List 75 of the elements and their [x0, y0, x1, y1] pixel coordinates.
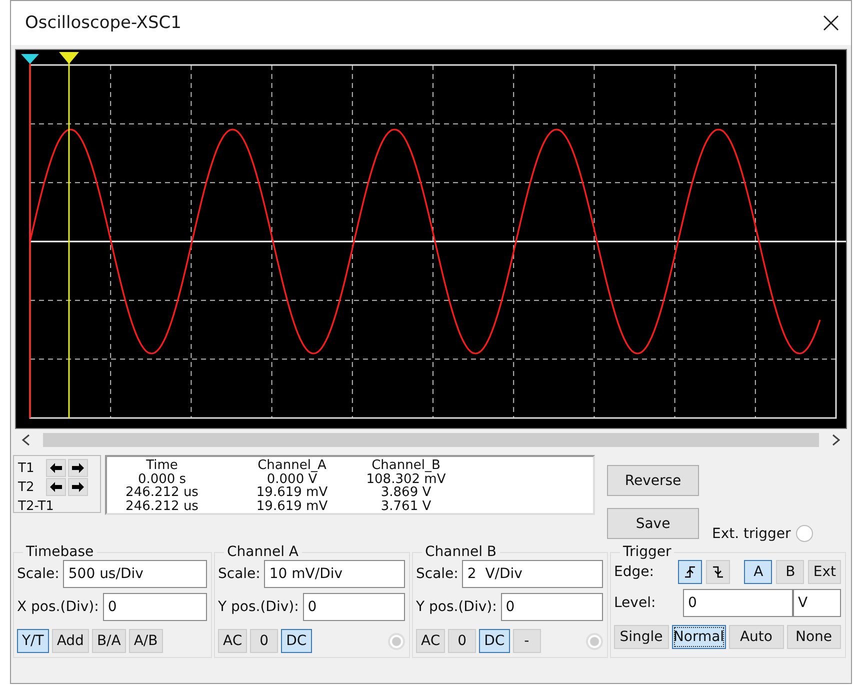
mode-button[interactable]: B/A — [92, 629, 126, 653]
source-button[interactable]: B — [776, 560, 804, 584]
mode-button[interactable]: Add — [52, 629, 89, 653]
field-label: Scale: — [17, 566, 60, 582]
falling-edge-button[interactable] — [706, 560, 730, 584]
trigger-mode-button[interactable]: Normal — [672, 625, 726, 649]
move-right-button[interactable] — [68, 459, 88, 477]
group-title: Channel A — [226, 544, 300, 560]
trigger-mode-button[interactable]: Auto — [729, 625, 784, 649]
move-right-button[interactable] — [68, 478, 88, 496]
table-cell-text: 19.619 mV — [255, 486, 329, 500]
trigger-mode-button[interactable]: None — [786, 625, 841, 649]
input-field[interactable]: 0 — [302, 593, 405, 621]
input-field[interactable]: 0 — [500, 593, 603, 621]
rising-edge-icon — [684, 566, 696, 578]
input-field[interactable]: 0 — [683, 589, 793, 617]
cursor-label: T2 — [18, 480, 36, 494]
field-label: Y pos.(Div): — [416, 599, 497, 615]
table-cell-text: 246.212 us — [124, 486, 200, 500]
coupling-button[interactable]: DC — [479, 629, 510, 653]
table-cell-text: 3.761 V — [380, 500, 432, 513]
mode-button[interactable]: A/B — [128, 629, 163, 653]
ext-trigger-label: Ext. trigger — [712, 526, 791, 542]
coupling-button[interactable]: 0 — [250, 629, 278, 653]
field-label: Level: — [614, 595, 656, 611]
cursor-label: T1 — [18, 460, 36, 476]
input-field[interactable]: 2 V/Div — [462, 560, 603, 588]
coupling-button[interactable]: - — [512, 629, 541, 653]
table-cell-text: 0.000 V — [266, 472, 318, 486]
save-button[interactable]: Save — [607, 508, 699, 539]
falling-edge-icon — [712, 566, 724, 578]
cursor-1-drawing[interactable] — [21, 54, 39, 418]
right-arrow-icon — [72, 463, 84, 473]
field-label: Scale: — [218, 566, 260, 582]
close-icon[interactable] — [823, 15, 839, 31]
cursor-2-drawing[interactable] — [59, 52, 79, 418]
move-left-button[interactable] — [46, 459, 66, 477]
input-field[interactable]: 500 us/Div — [63, 560, 207, 588]
radio-button[interactable] — [796, 525, 813, 542]
table-cell-text: 3.869 V — [380, 486, 432, 500]
coupling-button[interactable]: AC — [218, 629, 248, 653]
unit-field[interactable]: V — [793, 589, 841, 617]
left-arrow-icon — [50, 482, 62, 492]
left-arrow-icon — [50, 463, 62, 473]
right-arrow-icon — [72, 482, 84, 492]
group-title: Timebase — [25, 544, 95, 560]
move-left-button[interactable] — [46, 478, 66, 496]
table-cell-text: 19.619 mV — [255, 500, 329, 513]
cursor-label: T2-T1 — [18, 499, 55, 514]
input-field[interactable]: 10 mV/Div — [264, 560, 405, 588]
column-header: Channel_B — [370, 459, 442, 472]
field-label: Edge: — [614, 564, 654, 580]
table-cell-text: 0.000 s — [138, 472, 188, 486]
trigger-mode-button[interactable]: Single — [614, 625, 668, 649]
input-field[interactable]: 0 — [102, 593, 207, 621]
coupling-button[interactable]: AC — [416, 629, 446, 653]
group-title: Channel B — [424, 544, 498, 560]
group-title: Trigger — [622, 544, 672, 560]
coupling-button[interactable]: 0 — [448, 629, 476, 653]
scroll-left-icon[interactable] — [21, 434, 31, 446]
field-label: Y pos.(Div): — [218, 599, 299, 615]
scroll-right-icon[interactable] — [831, 434, 841, 446]
column-header: Time — [145, 459, 179, 472]
field-label: Scale: — [416, 566, 458, 582]
source-button[interactable]: A — [744, 560, 772, 584]
table-cell-text: 246.212 us — [124, 500, 200, 513]
reverse-button[interactable]: Reverse — [607, 465, 699, 496]
window-title: Oscilloscope-XSC1 — [25, 13, 182, 33]
rising-edge-button[interactable] — [678, 560, 702, 584]
table-cell-text: 108.302 mV — [365, 472, 447, 486]
column-header: Channel_A — [256, 459, 328, 472]
field-label: X pos.(Div): — [17, 599, 99, 615]
source-button[interactable]: Ext — [808, 560, 841, 584]
mode-button[interactable]: Y/T — [17, 629, 49, 653]
coupling-button[interactable]: DC — [281, 629, 312, 653]
